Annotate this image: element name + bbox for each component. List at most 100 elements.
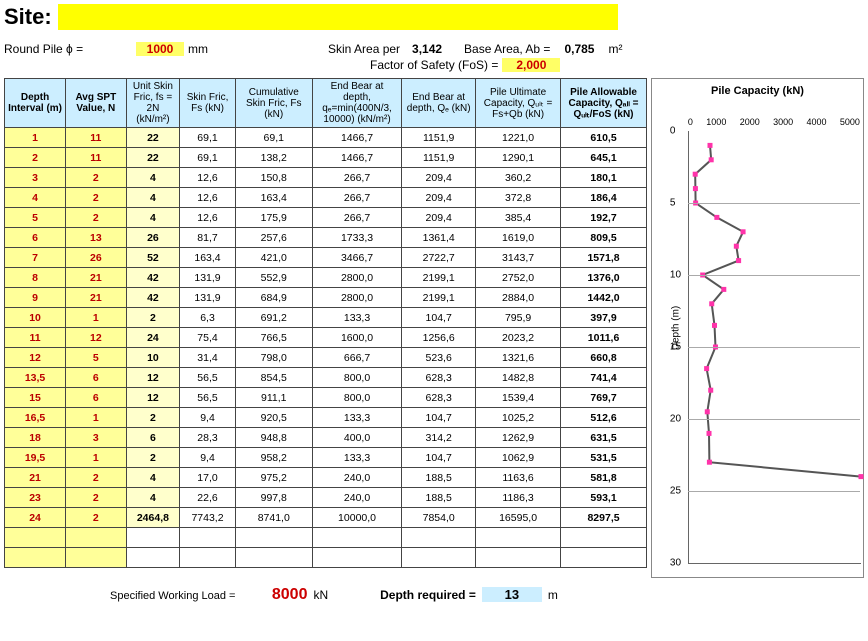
table-row: 11122475,4766,51600,01256,62023,21011,6: [5, 328, 647, 348]
cell: 1025,2: [476, 408, 561, 428]
site-label: Site:: [4, 4, 52, 30]
cell[interactable]: 2: [66, 508, 126, 528]
cell[interactable]: 2: [66, 188, 126, 208]
cell: 7854,0: [402, 508, 476, 528]
table-row-blank: [5, 528, 647, 548]
cell: 1442,0: [561, 288, 647, 308]
cell[interactable]: 11: [66, 128, 126, 148]
cell: 372,8: [476, 188, 561, 208]
fos-value[interactable]: 2,000: [502, 58, 560, 72]
cell[interactable]: 23: [5, 488, 66, 508]
cell[interactable]: 13: [66, 228, 126, 248]
table-row: 52412,6175,9266,7209,4385,4192,7: [5, 208, 647, 228]
cell[interactable]: 6: [66, 388, 126, 408]
cell: 12,6: [180, 188, 236, 208]
pile-diameter-label: Round Pile ϕ =: [4, 42, 132, 56]
cell: 6,3: [180, 308, 236, 328]
cell: 150,8: [235, 168, 312, 188]
cell[interactable]: 18: [5, 428, 66, 448]
cell[interactable]: 1: [5, 128, 66, 148]
base-area-label: Base Area, Ab =: [464, 42, 550, 56]
cell: 1482,8: [476, 368, 561, 388]
col-header: Skin Fric, Fs (kN): [180, 79, 236, 128]
cell[interactable]: 12: [5, 348, 66, 368]
cell[interactable]: 12: [66, 328, 126, 348]
cell[interactable]: 9: [5, 288, 66, 308]
cell: 512,6: [561, 408, 647, 428]
cell[interactable]: 7: [5, 248, 66, 268]
cell: 42: [126, 288, 180, 308]
cell: 1151,9: [402, 148, 476, 168]
cell: 3466,7: [312, 248, 402, 268]
cell: 421,0: [235, 248, 312, 268]
cell: 240,0: [312, 488, 402, 508]
cell[interactable]: 13,5: [5, 368, 66, 388]
cell: 16595,0: [476, 508, 561, 528]
cell: 209,4: [402, 188, 476, 208]
cell: 631,5: [561, 428, 647, 448]
depth-required-value: 13: [482, 587, 542, 602]
cell[interactable]: 11: [5, 328, 66, 348]
cell: 10: [126, 348, 180, 368]
cell: 1186,3: [476, 488, 561, 508]
cell: 628,3: [402, 388, 476, 408]
cell: 131,9: [180, 288, 236, 308]
cell[interactable]: 1: [66, 408, 126, 428]
cell: 593,1: [561, 488, 647, 508]
cell: 1361,4: [402, 228, 476, 248]
table-row: 82142131,9552,92800,02199,12752,01376,0: [5, 268, 647, 288]
cell: 22: [126, 128, 180, 148]
table-row-blank: [5, 548, 647, 568]
col-header: End Bear at depth, qₑ=min(400N/3, 10000)…: [312, 79, 402, 128]
cell[interactable]: 21: [66, 288, 126, 308]
site-input[interactable]: [58, 4, 618, 30]
table-row: 1251031,4798,0666,7523,61321,6660,8: [5, 348, 647, 368]
cell: 2800,0: [312, 288, 402, 308]
cell[interactable]: 4: [5, 188, 66, 208]
cell[interactable]: 10: [5, 308, 66, 328]
cell: 12,6: [180, 208, 236, 228]
cell[interactable]: 3: [66, 428, 126, 448]
cell[interactable]: 2: [66, 468, 126, 488]
cell[interactable]: 24: [5, 508, 66, 528]
cell[interactable]: 2: [5, 148, 66, 168]
col-header: Pile Allowable Capacity, Qₐₗₗ = Qᵤₗₜ/FoS…: [561, 79, 647, 128]
cell[interactable]: 21: [66, 268, 126, 288]
cell: 523,6: [402, 348, 476, 368]
cell[interactable]: 5: [66, 348, 126, 368]
working-load-unit: kN: [313, 588, 328, 602]
cell: 1256,6: [402, 328, 476, 348]
cell: 2752,0: [476, 268, 561, 288]
cell: 645,1: [561, 148, 647, 168]
cell: 610,5: [561, 128, 647, 148]
cell: 552,9: [235, 268, 312, 288]
cell[interactable]: 2: [66, 488, 126, 508]
cell[interactable]: 5: [5, 208, 66, 228]
cell[interactable]: 1: [66, 448, 126, 468]
cell[interactable]: 3: [5, 168, 66, 188]
table-row: 232422,6997,8240,0188,51186,3593,1: [5, 488, 647, 508]
cell: 1011,6: [561, 328, 647, 348]
pile-diameter-value[interactable]: 1000: [136, 42, 184, 56]
table-row: 42412,6163,4266,7209,4372,8186,4: [5, 188, 647, 208]
working-load-value[interactable]: 8000: [241, 586, 307, 604]
cell: 397,9: [561, 308, 647, 328]
cell[interactable]: 2: [66, 168, 126, 188]
table-row: 16,5129,4920,5133,3104,71025,2512,6: [5, 408, 647, 428]
cell[interactable]: 15: [5, 388, 66, 408]
cell[interactable]: 2: [66, 208, 126, 228]
cell[interactable]: 6: [5, 228, 66, 248]
cell: 798,0: [235, 348, 312, 368]
cell[interactable]: 19,5: [5, 448, 66, 468]
cell: 1151,9: [402, 128, 476, 148]
table-row: 1112269,169,11466,71151,91221,0610,5: [5, 128, 647, 148]
cell[interactable]: 16,5: [5, 408, 66, 428]
cell: 4: [126, 208, 180, 228]
cell[interactable]: 1: [66, 308, 126, 328]
cell[interactable]: 11: [66, 148, 126, 168]
cell[interactable]: 6: [66, 368, 126, 388]
cell[interactable]: 8: [5, 268, 66, 288]
cell[interactable]: 21: [5, 468, 66, 488]
cell: 104,7: [402, 448, 476, 468]
cell[interactable]: 26: [66, 248, 126, 268]
